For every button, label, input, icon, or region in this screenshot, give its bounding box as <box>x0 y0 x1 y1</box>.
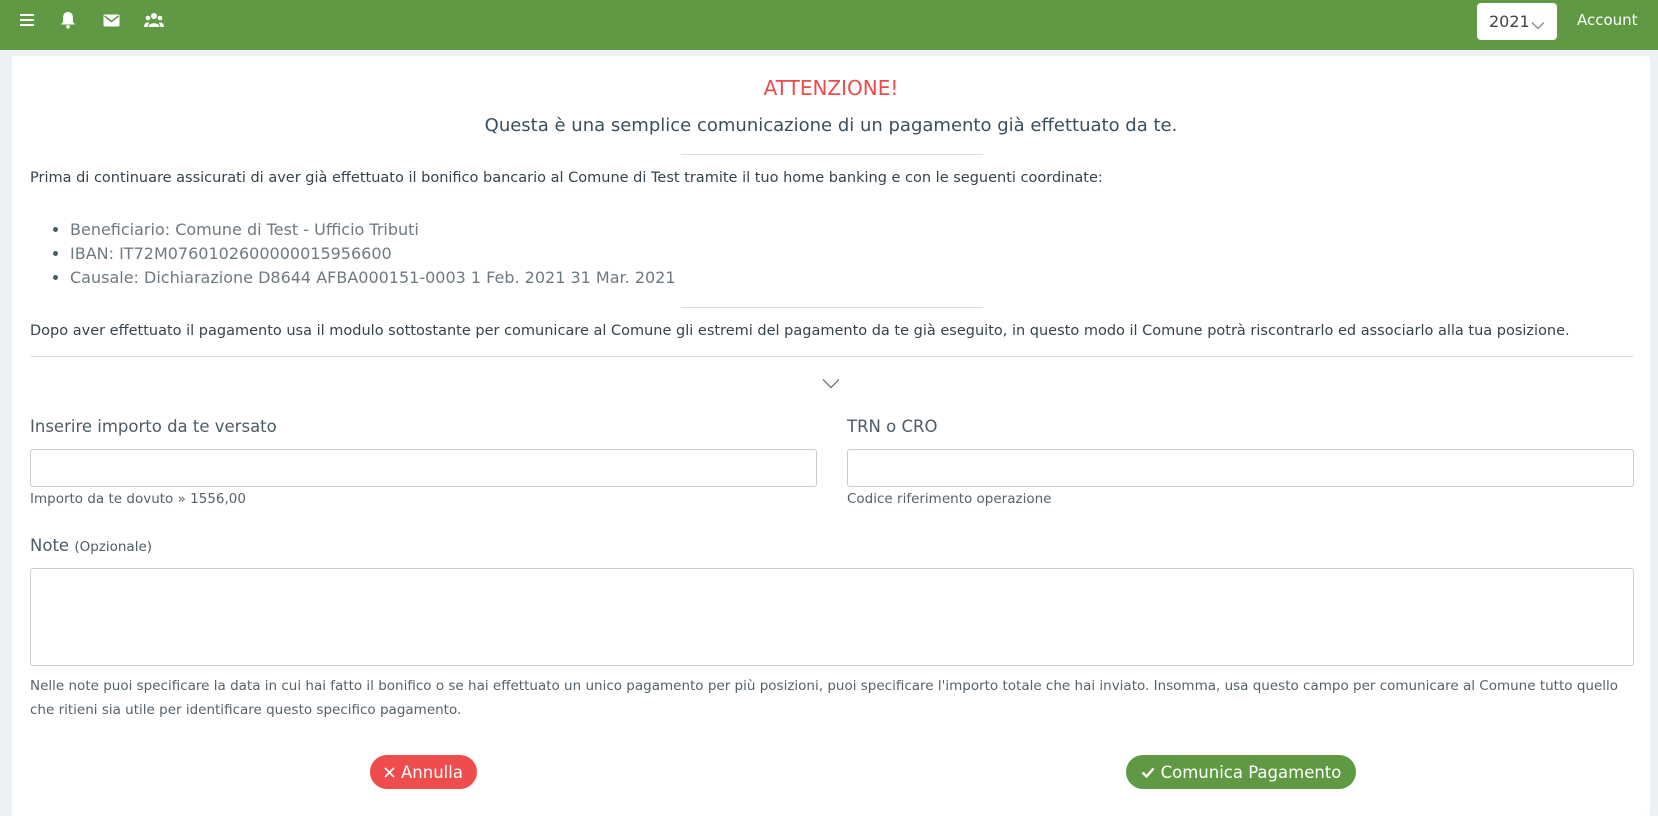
year-select[interactable]: 2021 <box>1477 3 1557 40</box>
iban-item: IBAN: IT72M0760102600000015956600 <box>70 242 676 266</box>
optional-hint: (Opzionale) <box>74 539 153 555</box>
causale-item: Causale: Dichiarazione D8644 AFBA000151-… <box>70 266 676 290</box>
note-label-text: Note <box>30 536 70 555</box>
note-textarea[interactable] <box>30 568 1634 666</box>
cancel-label: Annulla <box>401 762 463 782</box>
chevron-down-icon <box>1531 15 1545 34</box>
bell-icon[interactable] <box>57 9 79 31</box>
chevron-down-icon[interactable] <box>822 374 840 393</box>
instructions-text: Dopo aver effettuato il pagamento usa il… <box>30 323 1570 339</box>
amount-label: Inserire importo da te versato <box>30 417 277 436</box>
coordinates-list: Beneficiario: Comune di Test - Ufficio T… <box>48 218 676 290</box>
submit-label: Comunica Pagamento <box>1160 762 1342 782</box>
close-icon <box>384 763 395 782</box>
trn-label: TRN o CRO <box>847 417 938 436</box>
check-icon <box>1141 763 1155 782</box>
top-navbar: 2021 Account <box>0 0 1658 50</box>
note-label: Note (Opzionale) <box>30 536 152 555</box>
intro-text: Prima di continuare assicurati di aver g… <box>30 170 1103 186</box>
divider <box>681 307 983 308</box>
notice-subtitle: Questa è una semplice comunicazione di u… <box>484 115 1178 136</box>
amount-input[interactable] <box>30 449 817 487</box>
menu-icon[interactable] <box>16 9 38 31</box>
cancel-button[interactable]: Annulla <box>370 755 477 789</box>
divider <box>681 154 983 155</box>
beneficiary-item: Beneficiario: Comune di Test - Ufficio T… <box>70 218 676 242</box>
amount-help: Importo da te dovuto » 1556,00 <box>30 491 246 507</box>
submit-payment-button[interactable]: Comunica Pagamento <box>1126 755 1356 789</box>
note-help: Nelle note puoi specificare la data in c… <box>30 678 1619 718</box>
trn-help: Codice riferimento operazione <box>847 491 1052 507</box>
year-value: 2021 <box>1489 12 1530 31</box>
account-link[interactable]: Account <box>1577 11 1638 29</box>
trn-input[interactable] <box>847 449 1634 487</box>
mail-icon[interactable] <box>100 9 122 31</box>
attention-title: ATTENZIONE! <box>763 76 899 100</box>
divider <box>30 356 1634 357</box>
users-icon[interactable] <box>143 9 165 31</box>
